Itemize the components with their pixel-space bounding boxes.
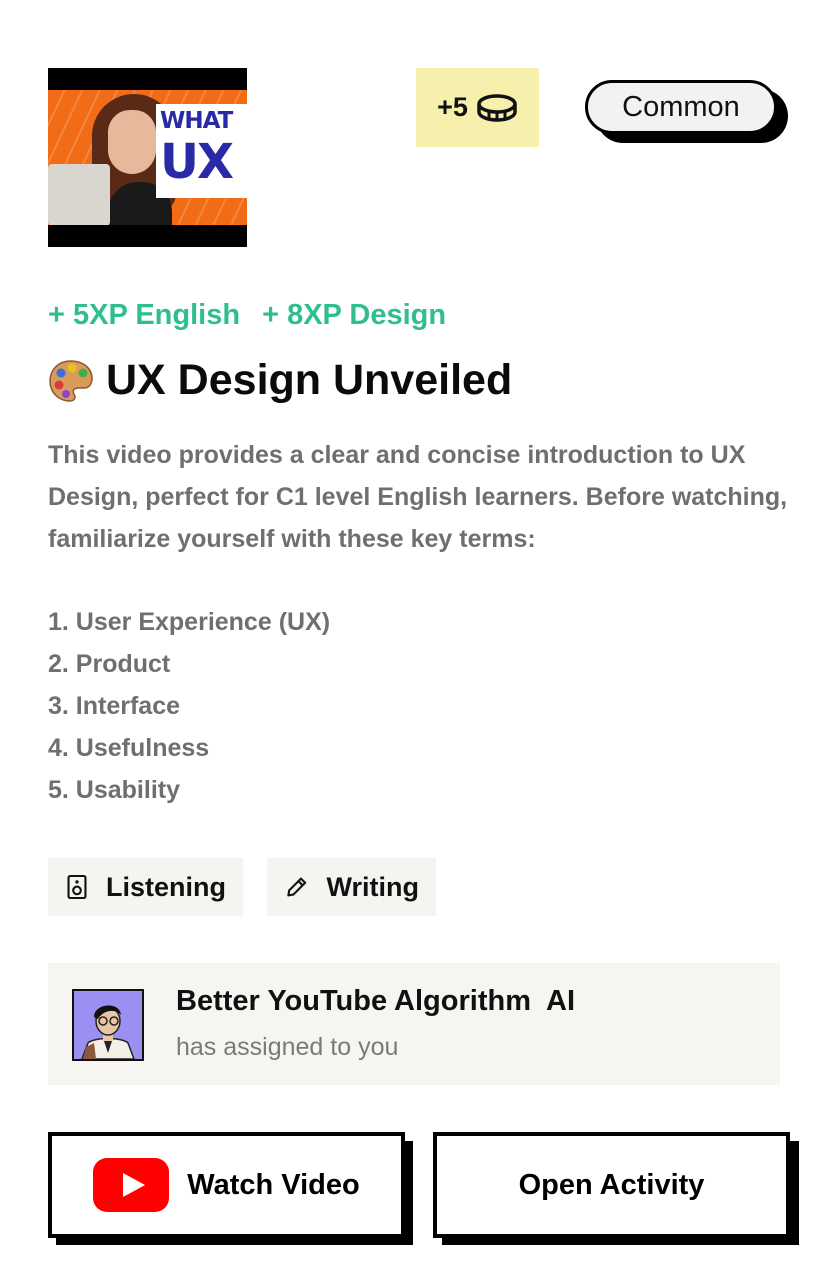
avatar <box>72 989 144 1061</box>
speaker-icon <box>67 874 87 900</box>
open-activity-label: Open Activity <box>518 1168 705 1201</box>
thumbnail-text-what: WHAT <box>160 108 233 134</box>
skill-chip-writing: Writing <box>267 858 436 916</box>
skill-chip-listening: Listening <box>48 858 243 916</box>
xp-rewards: + 5XP English + 8XP Design <box>48 299 446 332</box>
list-item: 3. Interface <box>48 692 181 720</box>
video-thumbnail[interactable]: WHAT UX <box>48 68 247 247</box>
skill-label: Listening <box>106 871 226 902</box>
thumbnail-text-ux: UX <box>160 134 234 190</box>
xp-english: + 5XP English <box>48 299 241 331</box>
pencil-icon <box>287 877 307 897</box>
list-item: 1. User Experience (UX) <box>48 608 331 636</box>
youtube-icon <box>93 1158 170 1212</box>
activity-title: UX Design Unveiled <box>48 356 512 405</box>
open-activity-button[interactable]: Open Activity <box>433 1132 790 1238</box>
activity-description: This video provides a clear and concise … <box>48 434 788 560</box>
description-text: This video provides a clear and concise … <box>48 441 788 553</box>
skill-label: Writing <box>326 871 419 902</box>
laptop-graphic <box>48 164 110 225</box>
assigner-card: Better YouTube Algorithm AI has assigned… <box>48 963 780 1085</box>
palette-icon <box>49 359 93 402</box>
coin-reward-badge: +5 <box>416 68 539 147</box>
activity-title-text: UX Design Unveiled <box>106 356 513 404</box>
coin-icon <box>477 93 517 122</box>
list-item: 2. Product <box>48 650 171 678</box>
list-item: 4. Usefulness <box>48 734 210 762</box>
xp-design: + 8XP Design <box>262 299 447 331</box>
key-terms-list: 1. User Experience (UX) 2. Product 3. In… <box>48 601 330 811</box>
coin-reward-amount: +5 <box>437 92 468 122</box>
thumbnail-image: WHAT UX <box>48 90 247 225</box>
rarity-badge: Common <box>585 80 777 134</box>
list-item: 5. Usability <box>48 776 180 804</box>
assigner-name: Better YouTube Algorithm AI <box>176 985 576 1017</box>
watch-video-button[interactable]: Watch Video <box>48 1132 405 1238</box>
watch-video-label: Watch Video <box>187 1168 360 1201</box>
avatar-illustration <box>74 991 142 1059</box>
assigner-subtitle: has assigned to you <box>176 1033 399 1061</box>
